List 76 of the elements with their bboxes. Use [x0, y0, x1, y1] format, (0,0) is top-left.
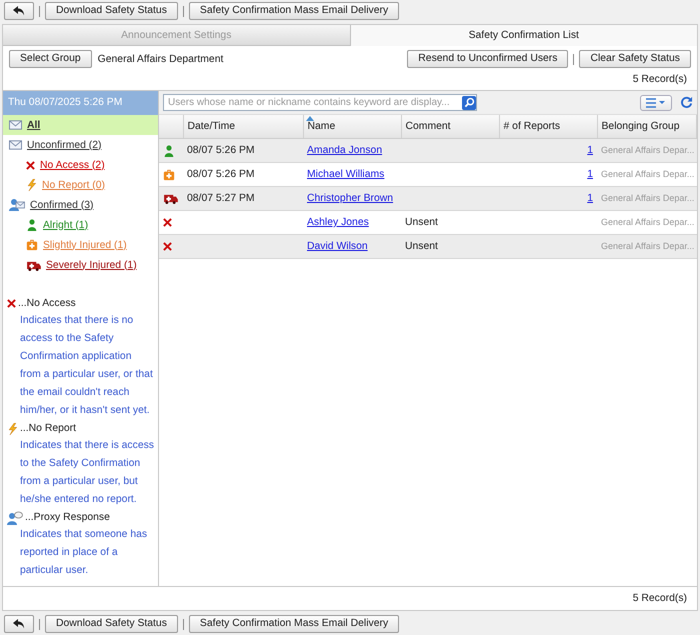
filter-link[interactable]: Unconfirmed (2) — [27, 140, 102, 150]
person-icon — [26, 219, 38, 231]
column-header[interactable]: # of Reports — [499, 115, 597, 138]
envelope-icon — [9, 120, 22, 130]
date-header: Thu 08/07/2025 5:26 PM — [3, 91, 158, 115]
sidebar-item[interactable]: Alright (1) — [3, 215, 158, 235]
toolbar-button[interactable]: Safety Confirmation Mass Email Delivery — [188, 2, 400, 20]
datetime-cell: 08/07 5:27 PM — [187, 193, 255, 204]
report-count-link[interactable]: 1 — [587, 193, 593, 204]
toolbar-button[interactable]: Download Safety Status — [45, 615, 178, 633]
person-speech-icon — [7, 510, 23, 524]
report-count-link[interactable]: 1 — [587, 169, 593, 180]
back-arrow-icon — [13, 6, 25, 16]
filter-link[interactable]: No Access (2) — [40, 160, 105, 170]
filter-link[interactable]: Alright (1) — [43, 220, 88, 230]
back-button[interactable] — [4, 615, 34, 633]
tab[interactable]: Safety Confirmation List — [350, 25, 697, 46]
legend-title: ...No Access — [18, 298, 76, 309]
action-button[interactable]: Resend to Unconfirmed Users — [407, 50, 568, 68]
search-icon[interactable] — [462, 96, 476, 110]
ambulance-icon — [163, 193, 178, 204]
lightning-icon — [7, 422, 18, 434]
list-menu-button[interactable] — [640, 94, 672, 110]
sidebar-item[interactable]: All — [3, 115, 158, 135]
toolbar-button[interactable]: Download Safety Status — [45, 2, 178, 20]
group-cell: General Affairs Depar... — [601, 241, 694, 251]
group-cell: General Affairs Depar... — [601, 169, 694, 179]
envelope-icon — [9, 140, 22, 150]
comment-cell: Unsent — [405, 241, 438, 252]
search-field[interactable]: Users whose name or nickname contains keyword are display... — [163, 94, 477, 111]
datetime-cell: 08/07 5:26 PM — [187, 169, 255, 180]
back-button[interactable] — [4, 2, 34, 20]
refresh-icon[interactable] — [680, 96, 693, 109]
legend-description: Indicates that there is no access to the Safety Confirmation application from a particular user, or that the email couldn't reach him/her, or it hasn't sent yet. — [19, 314, 154, 418]
sort-arrow-icon — [306, 116, 314, 121]
first-aid-kit-icon — [26, 239, 38, 251]
sidebar-item[interactable]: Unconfirmed (2) — [3, 135, 158, 155]
toolbar-button[interactable]: Safety Confirmation Mass Email Delivery — [188, 615, 400, 633]
list-dropdown-icon — [646, 98, 666, 108]
filter-link[interactable]: Severely Injured (1) — [46, 260, 137, 270]
sidebar-item[interactable]: No Access (2) — [3, 155, 158, 175]
record-count: 5 Record(s) — [632, 74, 687, 85]
cross-icon — [163, 242, 172, 251]
lightning-icon — [26, 179, 37, 191]
legend-description: Indicates that there is access to the Safety Confirmation from a particular user, but he/she entered no report. — [19, 439, 154, 507]
column-header[interactable]: Belonging Group — [597, 115, 696, 138]
report-count-link[interactable]: 1 — [587, 145, 593, 156]
record-count: 5 Record(s) — [632, 593, 687, 604]
cross-icon — [163, 218, 172, 227]
group-cell: General Affairs Depar... — [601, 217, 694, 227]
user-name-link[interactable]: Ashley Jones — [307, 217, 369, 228]
column-header[interactable]: Comment — [401, 115, 499, 138]
comment-cell: Unsent — [405, 217, 438, 228]
cross-icon — [26, 160, 35, 170]
first-aid-kit-icon — [163, 168, 175, 180]
legend-title: ...Proxy Response — [25, 512, 110, 523]
sidebar-item[interactable]: Severely Injured (1) — [3, 255, 158, 275]
column-header[interactable]: Name — [303, 115, 401, 138]
group-cell: General Affairs Depar... — [601, 145, 694, 155]
group-name: General Affairs Department — [98, 54, 224, 64]
person-icon — [163, 144, 175, 156]
ambulance-icon — [26, 260, 41, 270]
action-button[interactable]: Clear Safety Status — [579, 50, 691, 68]
people-icon — [9, 198, 25, 212]
datetime-cell: 08/07 5:26 PM — [187, 145, 255, 156]
filter-link[interactable]: All — [27, 120, 40, 130]
user-name-link[interactable]: Michael Williams — [307, 169, 384, 180]
group-cell: General Affairs Depar... — [601, 193, 694, 203]
select-group-button[interactable]: Select Group — [9, 50, 92, 68]
cross-icon — [7, 299, 16, 308]
column-header[interactable]: Date/Time — [183, 115, 303, 138]
filter-link[interactable]: Confirmed (3) — [30, 200, 94, 210]
back-arrow-icon — [13, 619, 25, 629]
sidebar-item[interactable]: Confirmed (3) — [3, 195, 158, 215]
legend-description: Indicates that someone has reported in place of a particular user. — [19, 528, 148, 578]
legend-title: ...No Report — [20, 423, 76, 434]
